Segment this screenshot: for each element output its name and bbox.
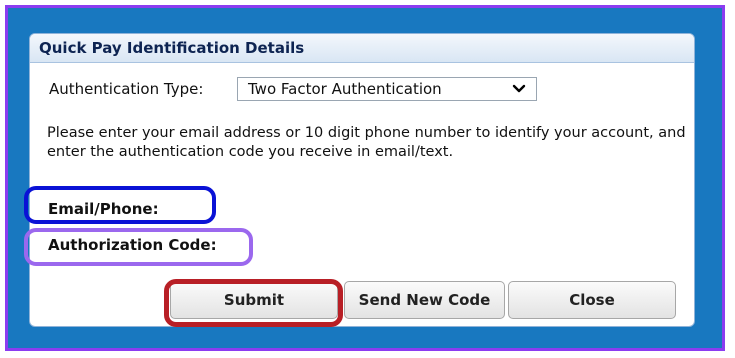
authentication-type-value: Two Factor Authentication xyxy=(248,80,442,98)
screenshot-stage: Quick Pay Identification Details Authent… xyxy=(0,0,735,358)
instructions-text: Please enter your email address or 10 di… xyxy=(47,125,686,160)
authorization-code-label: Authorization Code: xyxy=(48,236,217,254)
email-phone-label: Email/Phone: xyxy=(48,200,159,218)
dialog-title: Quick Pay Identification Details xyxy=(30,34,694,63)
authentication-type-label: Authentication Type: xyxy=(49,80,204,98)
authentication-type-select[interactable]: Two Factor Authentication xyxy=(237,77,537,101)
close-button[interactable]: Close xyxy=(508,281,676,319)
authentication-type-row: Authentication Type: Two Factor Authenti… xyxy=(49,77,537,101)
submit-button[interactable]: Submit xyxy=(170,281,338,319)
chevron-down-icon xyxy=(512,82,526,96)
send-new-code-button[interactable]: Send New Code xyxy=(344,281,505,319)
